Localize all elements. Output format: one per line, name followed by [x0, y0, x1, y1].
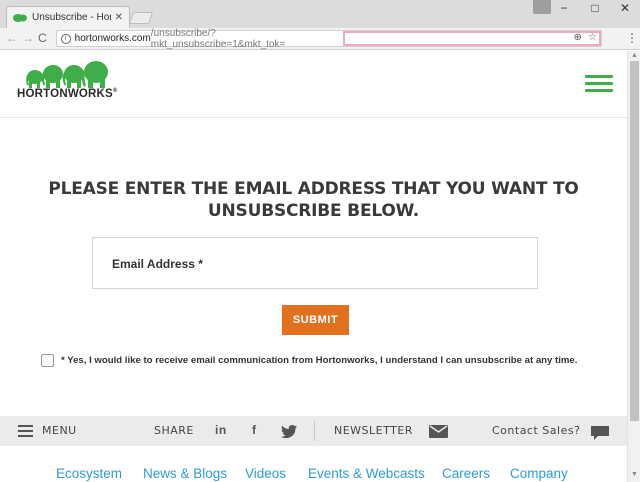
- zoom-icon[interactable]: ⊕: [574, 32, 582, 43]
- footer-link-news-blogs[interactable]: News & Blogs: [143, 466, 227, 481]
- minimize-button[interactable]: −: [549, 0, 579, 18]
- footer-link-events-webcasts[interactable]: Events & Webcasts: [308, 466, 425, 481]
- twitter-icon[interactable]: [281, 425, 297, 438]
- heading-line-1: PLEASE ENTER THE EMAIL ADDRESS THAT YOU …: [48, 179, 579, 199]
- footer-divider: [314, 421, 315, 441]
- chat-bubble-icon[interactable]: [591, 426, 609, 441]
- hortonworks-favicon-icon: [13, 13, 27, 22]
- footer-links: Ecosystem News & Blogs Videos Events & W…: [0, 466, 627, 482]
- consent-text: * Yes, I would like to receive email com…: [61, 355, 578, 366]
- scroll-down-icon[interactable]: ▼: [631, 471, 638, 478]
- submit-button[interactable]: SUBMIT: [282, 305, 349, 335]
- footer-link-careers[interactable]: Careers: [442, 466, 490, 481]
- scroll-up-icon[interactable]: ▲: [631, 52, 638, 59]
- envelope-icon[interactable]: [429, 425, 448, 438]
- newsletter-label[interactable]: NEWSLETTER: [334, 424, 413, 437]
- linkedin-icon[interactable]: in: [215, 423, 227, 437]
- browser-toolbar: ← → C i hortonworks.com/unsubscribe/?mkt…: [0, 28, 640, 50]
- site-info-icon[interactable]: i: [61, 33, 71, 44]
- footer-action-bar: MENU SHARE in f NEWSLETTER Contact Sales…: [0, 416, 627, 446]
- footer-link-ecosystem[interactable]: Ecosystem: [56, 466, 122, 481]
- share-label: SHARE: [154, 424, 194, 437]
- address-bar[interactable]: i hortonworks.com/unsubscribe/?mkt_unsub…: [56, 27, 602, 50]
- scrollbar-thumb[interactable]: [630, 61, 639, 421]
- url-token-highlight: [342, 31, 602, 46]
- facebook-icon[interactable]: f: [252, 423, 257, 437]
- browser-menu-icon[interactable]: ⋮: [626, 31, 638, 45]
- url-path: /unsubscribe/?mkt_unsubscribe=1&mkt_tok=: [150, 27, 286, 50]
- contact-sales-label[interactable]: Contact Sales?: [492, 424, 580, 437]
- page-scrollbar[interactable]: ▲ ▼: [627, 51, 640, 482]
- footer-menu-label[interactable]: MENU: [42, 424, 77, 437]
- back-arrow-icon[interactable]: ←: [6, 31, 18, 45]
- maximize-button[interactable]: □: [580, 0, 610, 18]
- browser-tab-bar: Unsubscribe - Hortonwo ✕ − □ ✕: [0, 0, 640, 28]
- forward-arrow-icon[interactable]: →: [22, 31, 34, 45]
- consent-checkbox[interactable]: [41, 354, 54, 367]
- consent-row: * Yes, I would like to receive email com…: [41, 354, 577, 367]
- footer-link-videos[interactable]: Videos: [245, 466, 286, 481]
- footer-menu-icon[interactable]: [18, 425, 33, 437]
- new-tab-button[interactable]: [128, 12, 154, 24]
- bookmark-star-icon[interactable]: ☆: [588, 32, 597, 43]
- browser-tab[interactable]: Unsubscribe - Hortonwo ✕: [6, 6, 130, 28]
- tab-title: Unsubscribe - Hortonwo: [32, 12, 111, 23]
- page-heading: PLEASE ENTER THE EMAIL ADDRESS THAT YOU …: [30, 178, 597, 222]
- email-field[interactable]: Email Address *: [92, 237, 538, 289]
- url-host: hortonworks.com: [74, 33, 151, 44]
- hortonworks-elephants-logo-icon[interactable]: [26, 60, 116, 90]
- footer-link-company[interactable]: Company: [510, 466, 568, 481]
- tab-close-icon[interactable]: ✕: [115, 12, 123, 23]
- close-window-button[interactable]: ✕: [610, 0, 640, 18]
- heading-line-2: UNSUBSCRIBE BELOW.: [207, 201, 420, 221]
- registered-mark: ®: [112, 88, 118, 95]
- email-field-label: Email Address *: [112, 257, 203, 271]
- reload-icon[interactable]: C: [38, 31, 47, 45]
- hamburger-menu-icon[interactable]: [585, 75, 613, 93]
- hortonworks-logo-text[interactable]: HORTONWORKS®: [17, 88, 118, 100]
